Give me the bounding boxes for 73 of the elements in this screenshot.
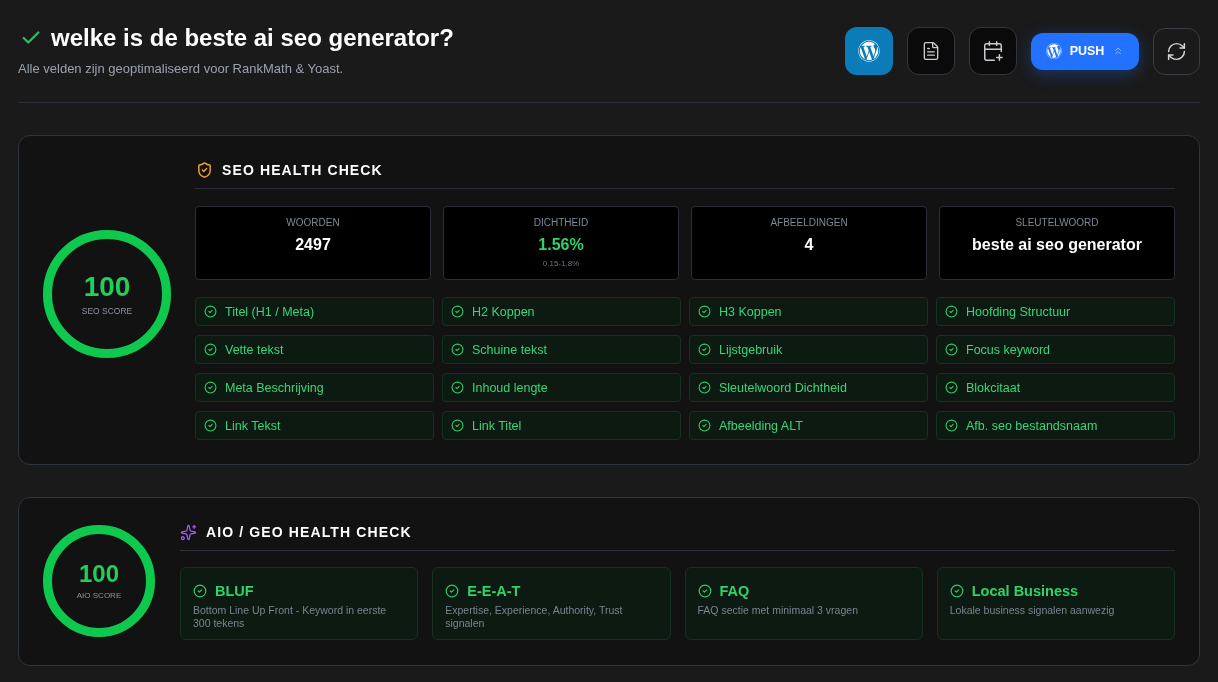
check-label: Titel (H1 / Meta) xyxy=(225,303,315,320)
calendar-plus-icon xyxy=(982,40,1004,62)
check-circle-icon xyxy=(204,381,217,394)
wordpress-button[interactable] xyxy=(845,27,893,75)
aio-check-description: FAQ sectie met minimaal 3 vragen xyxy=(697,604,859,617)
aio-check-title: Local Business xyxy=(971,582,1079,601)
sparkles-icon xyxy=(180,523,197,541)
page-subtitle: Alle velden zijn geoptimaliseerd voor RankMath & Yoast. xyxy=(18,60,345,78)
check-label: Link Titel xyxy=(472,417,522,434)
schedule-button[interactable] xyxy=(969,27,1017,75)
check-label: Afb. seo bestandsnaam xyxy=(966,417,1098,434)
stat-label: DICHTHEID xyxy=(533,217,589,229)
check-circle-icon xyxy=(698,419,711,432)
check-circle-icon xyxy=(193,584,207,598)
check-label: Meta Beschrijving xyxy=(225,379,324,396)
check-label: Focus keyword xyxy=(966,341,1051,358)
check-circle-icon xyxy=(949,584,964,598)
aio-check-title: BLUF xyxy=(215,582,254,601)
check-label: Afbeelding ALT xyxy=(719,417,803,434)
section-heading: AIO / GEO HEALTH CHECK xyxy=(206,523,412,542)
check-label: Lijstgebruik xyxy=(719,341,783,358)
document-icon xyxy=(921,40,941,62)
score-label: AIO SCORE xyxy=(76,592,122,600)
page-title: welke is de beste ai seo generator? xyxy=(51,26,454,50)
check-label: Blokcitaat xyxy=(966,379,1021,396)
stat-label: AFBEELDINGEN xyxy=(770,217,848,229)
aio-check-description: Lokale business signalen aanwezig xyxy=(949,604,1116,617)
stat-value: beste ai seo generator xyxy=(972,235,1142,255)
stat-value: 2497 xyxy=(295,235,331,255)
check-circle-icon xyxy=(451,305,464,318)
refresh-icon xyxy=(1166,40,1187,62)
check-circle-icon xyxy=(451,381,464,394)
wordpress-icon xyxy=(858,40,880,62)
stat-label: SLEUTELWOORD xyxy=(1015,217,1099,229)
push-button[interactable]: PUSH xyxy=(1031,32,1139,70)
refresh-button[interactable] xyxy=(1153,27,1200,75)
check-circle-icon xyxy=(451,343,464,356)
check-label: Inhoud lengte xyxy=(472,379,548,396)
check-circle-icon xyxy=(698,381,711,394)
check-circle-icon xyxy=(204,419,217,432)
aio-check-description: Expertise, Experience, Authority, Trust signalen xyxy=(445,604,624,630)
stat-note: 0.15-1.8% xyxy=(542,259,580,269)
score-value: 100 xyxy=(83,272,131,301)
shield-check-icon xyxy=(196,161,213,179)
score-value: 100 xyxy=(78,562,119,586)
check-label: Vette tekst xyxy=(225,341,284,358)
stat-value: 4 xyxy=(804,235,814,255)
check-circle-icon xyxy=(945,305,958,318)
check-label: Link Tekst xyxy=(225,417,281,434)
score-label: SEO SCORE xyxy=(81,306,133,316)
stat-value: 1.56% xyxy=(538,235,584,255)
check-circle-icon xyxy=(698,305,711,318)
stat-label: WOORDEN xyxy=(286,217,340,229)
check-circle-icon xyxy=(204,305,217,318)
check-circle-icon xyxy=(945,381,958,394)
check-circle-icon xyxy=(945,419,958,432)
aio-check-title: FAQ xyxy=(719,582,750,601)
section-heading: SEO HEALTH CHECK xyxy=(222,161,383,180)
check-circle-icon xyxy=(945,343,958,356)
check-circle-icon xyxy=(697,584,712,598)
check-circle-icon xyxy=(445,584,460,598)
check-circle-icon xyxy=(451,419,464,432)
aio-check-title: E-E-A-T xyxy=(467,582,521,601)
check-label: H3 Koppen xyxy=(719,303,782,320)
wordpress-icon xyxy=(1045,43,1062,59)
check-label: Sleutelwoord Dichtheid xyxy=(719,379,847,396)
check-label: Schuine tekst xyxy=(472,341,548,358)
check-label: Hoofding Structuur xyxy=(966,303,1071,320)
document-button[interactable] xyxy=(907,27,955,75)
check-circle-icon xyxy=(204,343,217,356)
check-circle-icon xyxy=(698,343,711,356)
aio-check-description: Bottom Line Up Front - Keyword in eerste 300 tekens xyxy=(193,604,388,630)
check-label: H2 Koppen xyxy=(472,303,535,320)
